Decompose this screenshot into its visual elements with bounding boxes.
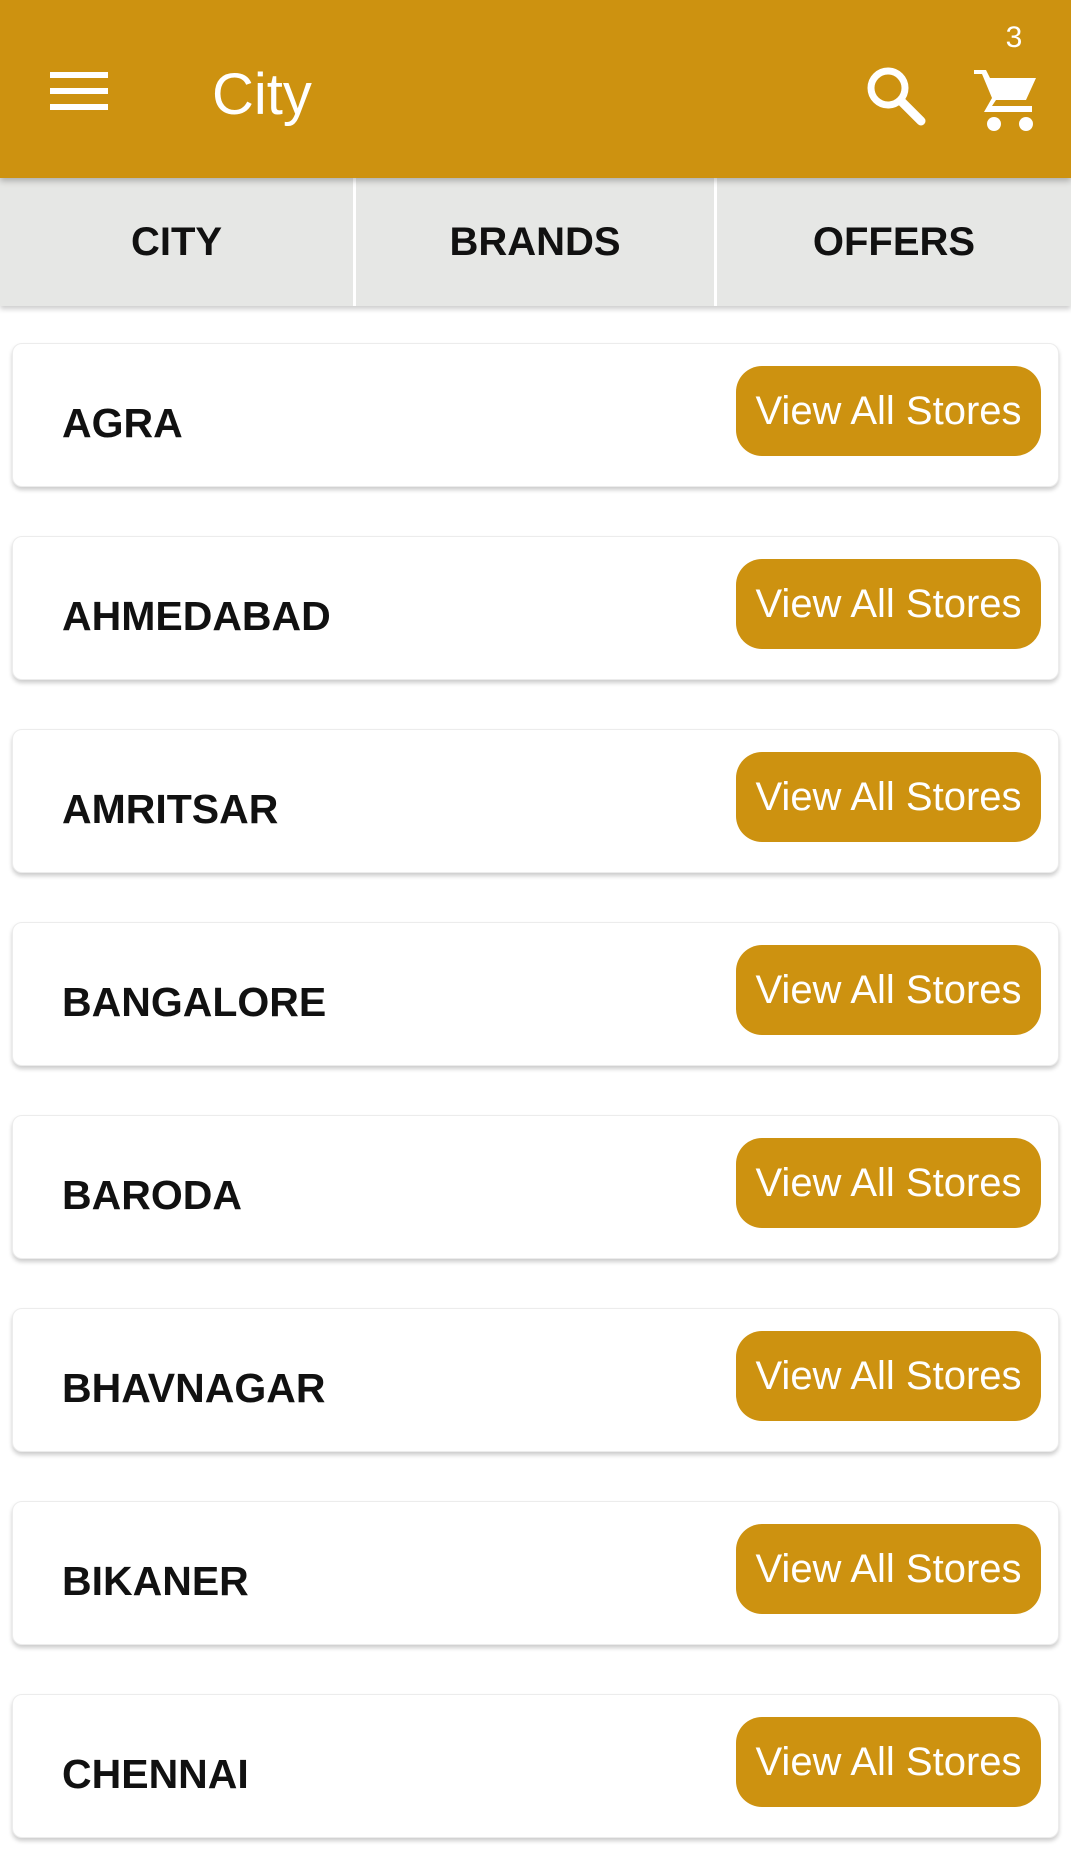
view-all-stores-button[interactable]: View All Stores <box>736 1331 1041 1421</box>
city-name: BANGALORE <box>62 979 327 1025</box>
city-name: CHENNAI <box>62 1751 249 1797</box>
city-name: AHMEDABAD <box>62 593 331 639</box>
city-name: BARODA <box>62 1172 242 1218</box>
view-all-stores-button[interactable]: View All Stores <box>736 945 1041 1035</box>
city-name: AGRA <box>62 400 183 446</box>
city-card-bikaner: BIKANER View All Stores <box>12 1501 1059 1645</box>
app-bar: City 3 <box>0 0 1071 178</box>
city-card-ahmedabad: AHMEDABAD View All Stores <box>12 536 1059 680</box>
view-all-stores-button[interactable]: View All Stores <box>736 1717 1041 1807</box>
view-all-stores-button[interactable]: View All Stores <box>736 752 1041 842</box>
city-card-amritsar: AMRITSAR View All Stores <box>12 729 1059 873</box>
tab-city[interactable]: CITY <box>0 178 356 306</box>
city-card-bangalore: BANGALORE View All Stores <box>12 922 1059 1066</box>
city-card-bhavnagar: BHAVNAGAR View All Stores <box>12 1308 1059 1452</box>
view-all-stores-button[interactable]: View All Stores <box>736 559 1041 649</box>
cart-button[interactable]: 3 <box>966 20 1046 131</box>
hamburger-menu-icon[interactable] <box>50 70 110 114</box>
cart-count-badge: 3 <box>1005 21 1023 54</box>
view-all-stores-button[interactable]: View All Stores <box>736 1138 1041 1228</box>
tab-offers[interactable]: OFFERS <box>717 178 1071 306</box>
tab-brands[interactable]: BRANDS <box>356 178 717 306</box>
city-name: AMRITSAR <box>62 786 279 832</box>
search-icon[interactable] <box>864 64 926 126</box>
city-card-baroda: BARODA View All Stores <box>12 1115 1059 1259</box>
page-title: City <box>212 62 312 127</box>
city-name: BIKANER <box>62 1558 249 1604</box>
view-all-stores-button[interactable]: View All Stores <box>736 1524 1041 1614</box>
city-name: BHAVNAGAR <box>62 1365 326 1411</box>
tab-bar: CITY BRANDS OFFERS <box>0 178 1071 306</box>
city-card-chennai: CHENNAI View All Stores <box>12 1694 1059 1838</box>
view-all-stores-button[interactable]: View All Stores <box>736 366 1041 456</box>
shopping-cart-icon <box>970 62 1042 134</box>
city-card-agra: AGRA View All Stores <box>12 343 1059 487</box>
